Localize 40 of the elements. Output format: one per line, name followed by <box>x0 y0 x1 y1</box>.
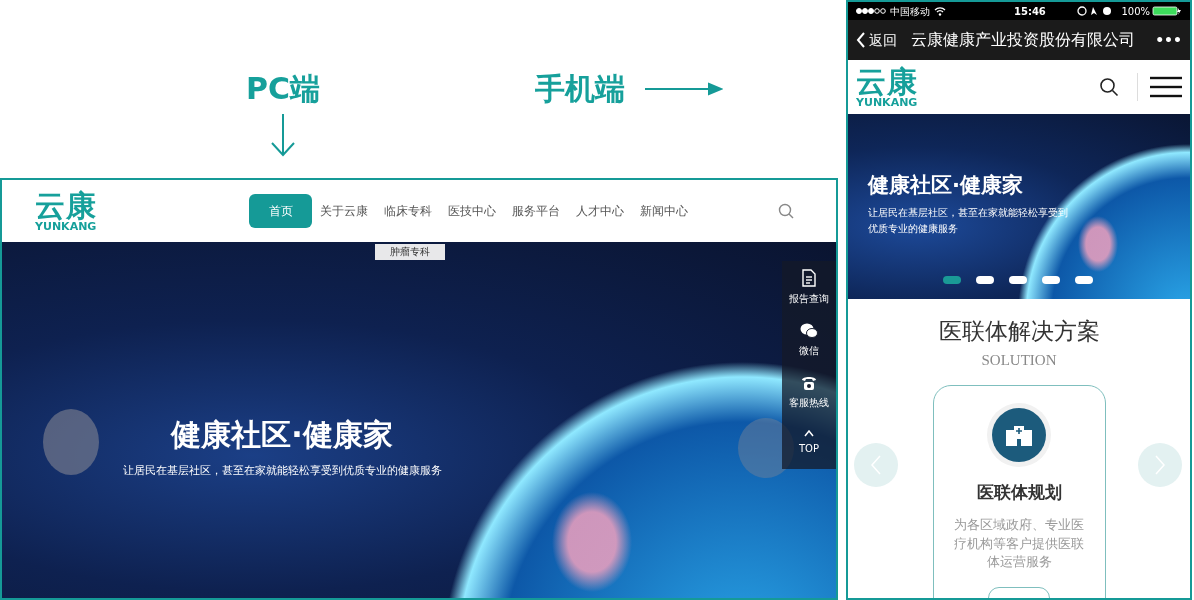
page-title: 云康健康产业投资股份有限公司 <box>911 29 1135 51</box>
section-title: 医联体解决方案 <box>937 317 1101 346</box>
nav-link[interactable]: 新闻中心 <box>632 194 696 228</box>
side-tool-button[interactable]: 微信 <box>782 313 836 365</box>
status-time: 15:46 <box>1014 4 1046 19</box>
side-tool-button[interactable]: TOP <box>782 417 836 469</box>
back-chevron-icon <box>856 32 866 48</box>
nav-link[interactable]: 临床专科 <box>376 194 440 228</box>
menu-icon[interactable] <box>1150 76 1182 98</box>
side-tool-button[interactable]: 报告查询 <box>782 261 836 313</box>
battery-icon <box>1152 6 1182 16</box>
search-icon[interactable] <box>1099 77 1119 97</box>
annotation-label: 手机端 <box>535 74 625 104</box>
nav-link[interactable]: 人才中心 <box>568 194 632 228</box>
nav-link[interactable]: 医技中心 <box>440 194 504 228</box>
down-arrow-icon <box>268 112 298 158</box>
section-subtitle: SOLUTION <box>980 350 1058 370</box>
banner-title: 健康社区·健康家 <box>169 417 394 453</box>
wifi-icon <box>934 6 946 16</box>
banner-subtitle: 让居民在基层社区，甚至在家就能轻松享受到优质专业的健康服务 <box>121 463 443 478</box>
hospital-building-icon <box>1006 424 1032 447</box>
chevron-left-icon <box>870 455 882 475</box>
annotation-label: PC端 <box>246 74 320 104</box>
card-description: 为各区域政府、专业医疗机构等客户提供医联体运营服务 <box>953 515 1085 572</box>
back-button[interactable]: 返回 <box>856 29 897 51</box>
banner-subtitle: 让居民在基层社区，甚至在家就能轻松享受到优质专业的健康服务 <box>868 206 1068 237</box>
dropdown-item[interactable]: 肿瘤专科 <box>375 244 445 260</box>
nav-link[interactable]: 服务平台 <box>504 194 568 228</box>
report-document-icon <box>800 268 818 287</box>
card-title: 医联体规划 <box>975 481 1063 505</box>
right-arrow-icon <box>645 82 723 96</box>
chevron-right-icon <box>1154 455 1166 475</box>
battery-percent: 100% <box>1121 4 1150 19</box>
more-button[interactable]: ••• <box>1155 29 1182 51</box>
signal-icon <box>856 7 886 15</box>
up-caret-icon <box>804 430 814 437</box>
banner-title: 健康社区·健康家 <box>868 172 1024 199</box>
side-tool-button[interactable]: 客服热线 <box>782 365 836 417</box>
carrier-name: 中国移动 <box>890 4 930 19</box>
nav-link[interactable]: 关于云康 <box>312 194 376 228</box>
